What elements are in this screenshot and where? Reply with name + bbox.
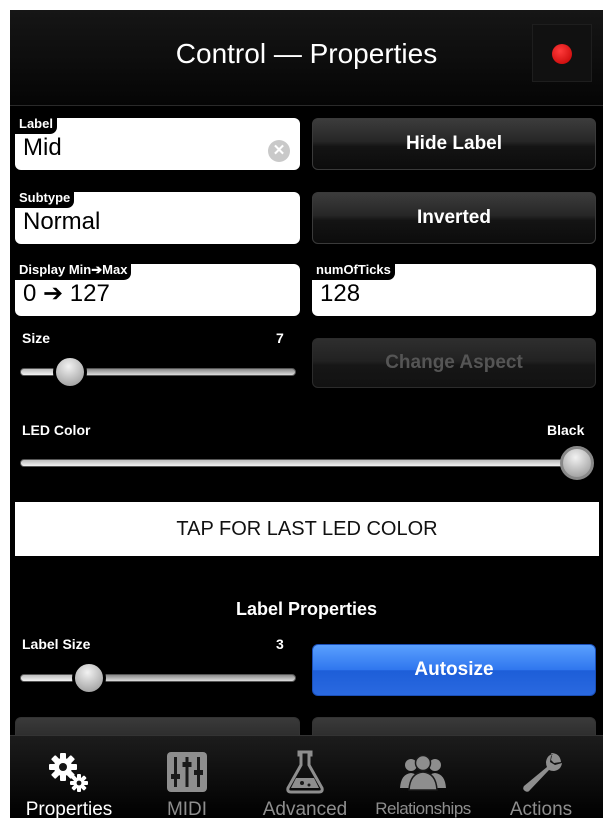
properties-panel: Control — Properties Label Mid ✕ Hide La… bbox=[10, 10, 603, 818]
label-field-tag: Label bbox=[15, 116, 57, 134]
tab-midi[interactable]: MIDI bbox=[128, 736, 246, 818]
label-properties-heading: Label Properties bbox=[235, 599, 378, 619]
tab-actions-label: Actions bbox=[509, 799, 573, 818]
page-title: Control — Properties bbox=[175, 38, 438, 69]
led-color-slider-thumb[interactable] bbox=[560, 446, 594, 480]
tab-advanced[interactable]: Advanced bbox=[246, 736, 364, 818]
display-range-field-tag: Display Min➔Max bbox=[15, 262, 132, 280]
people-icon bbox=[400, 754, 446, 791]
label-size-slider-value: 3 bbox=[276, 636, 284, 652]
led-color-slider-fill bbox=[21, 460, 589, 466]
display-range-field-value: 0 ➔ 127 bbox=[23, 280, 110, 307]
subtype-field-value: Normal bbox=[23, 208, 101, 235]
tab-bar: Properties MIDI Advanced Relationships A… bbox=[10, 735, 603, 818]
tab-properties[interactable]: Properties bbox=[10, 736, 128, 818]
subtype-field[interactable]: Subtype Normal bbox=[15, 190, 300, 244]
label-size-slider-label: Label Size bbox=[22, 636, 91, 652]
size-slider-thumb[interactable] bbox=[52, 355, 87, 389]
subtype-field-tag: Subtype bbox=[15, 190, 75, 208]
inverted-button[interactable]: Inverted bbox=[312, 192, 596, 244]
title-bar: Control — Properties bbox=[10, 10, 603, 106]
size-slider-value: 7 bbox=[276, 330, 284, 346]
tap-last-led-color-label: TAP FOR LAST LED COLOR bbox=[176, 518, 438, 540]
label-field-value: Mid bbox=[23, 134, 62, 161]
num-ticks-field-tag: numOfTicks bbox=[312, 262, 395, 280]
led-color-slider[interactable] bbox=[20, 459, 590, 467]
tap-last-led-color-button[interactable]: TAP FOR LAST LED COLOR bbox=[15, 502, 599, 556]
change-aspect-button[interactable]: Change Aspect bbox=[312, 338, 596, 388]
num-ticks-field[interactable]: numOfTicks 128 bbox=[312, 262, 596, 316]
flask-icon bbox=[286, 750, 324, 794]
record-button[interactable] bbox=[532, 24, 592, 82]
hide-label-button-label: Hide Label bbox=[405, 133, 503, 154]
autosize-button[interactable]: Autosize bbox=[312, 644, 596, 696]
display-range-field[interactable]: Display Min➔Max 0 ➔ 127 bbox=[15, 262, 300, 316]
tab-relationships[interactable]: Relationships bbox=[364, 736, 482, 818]
change-aspect-button-label: Change Aspect bbox=[385, 352, 523, 373]
label-size-slider[interactable] bbox=[20, 674, 296, 682]
tab-actions[interactable]: Actions bbox=[482, 736, 600, 818]
led-color-label: LED Color bbox=[22, 422, 91, 438]
size-slider-label: Size bbox=[22, 330, 51, 346]
mixer-icon bbox=[167, 752, 207, 792]
record-indicator-icon bbox=[552, 44, 572, 64]
autosize-button-label: Autosize bbox=[414, 659, 494, 680]
hide-label-button[interactable]: Hide Label bbox=[312, 118, 596, 170]
label-size-slider-thumb[interactable] bbox=[72, 661, 106, 695]
label-field[interactable]: Label Mid ✕ bbox=[15, 116, 300, 170]
clear-icon[interactable]: ✕ bbox=[268, 140, 290, 162]
inverted-button-label: Inverted bbox=[417, 207, 491, 228]
led-color-value: Black bbox=[547, 422, 585, 438]
wrench-icon bbox=[523, 753, 562, 792]
num-ticks-field-value: 128 bbox=[320, 280, 361, 307]
gears-icon bbox=[49, 753, 88, 792]
